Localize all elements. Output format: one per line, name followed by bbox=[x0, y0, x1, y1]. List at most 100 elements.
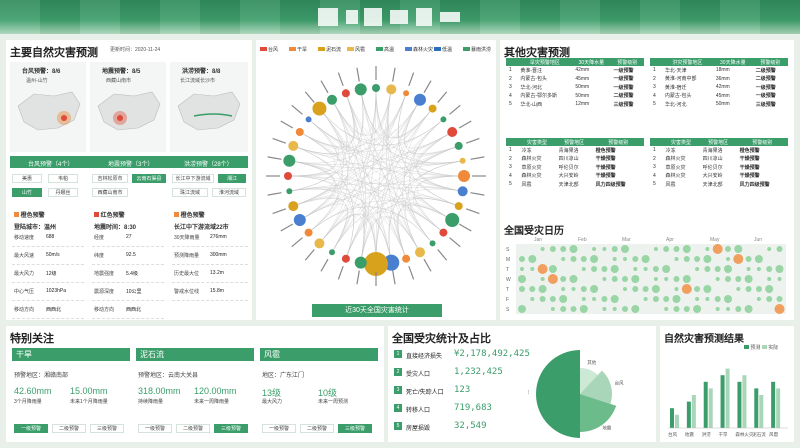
calendar-day[interactable] bbox=[694, 256, 701, 262]
calendar-day[interactable] bbox=[560, 246, 567, 252]
legend-item[interactable]: 暴雨洪涝 bbox=[463, 46, 491, 53]
calendar-day[interactable] bbox=[744, 305, 753, 313]
calendar-day[interactable] bbox=[766, 296, 773, 302]
network-node[interactable] bbox=[402, 254, 411, 263]
calendar-day[interactable] bbox=[580, 256, 587, 262]
calendar-day[interactable] bbox=[725, 246, 731, 252]
table-row[interactable]: 2 内蒙古-包头 45mm 一级预警 bbox=[506, 75, 644, 84]
calendar-day[interactable] bbox=[712, 244, 723, 254]
network-node[interactable] bbox=[286, 188, 293, 195]
calendar-day[interactable] bbox=[549, 296, 556, 302]
network-node[interactable] bbox=[454, 202, 463, 211]
calendar-day[interactable] bbox=[590, 255, 599, 263]
legend-item[interactable]: 森林火灾 bbox=[405, 46, 433, 53]
calendar-day[interactable] bbox=[561, 287, 566, 291]
table-row[interactable]: 1 黄淮-晋汪 42mm 一级预警 bbox=[506, 66, 644, 75]
network-node[interactable] bbox=[458, 170, 470, 182]
calendar-day[interactable] bbox=[652, 266, 659, 272]
calendar-day[interactable] bbox=[673, 246, 680, 252]
calendar-day[interactable] bbox=[590, 285, 599, 293]
calendar-day[interactable] bbox=[561, 257, 566, 261]
calendar-day[interactable] bbox=[611, 276, 618, 282]
network-node[interactable] bbox=[440, 116, 447, 123]
network-node[interactable] bbox=[314, 238, 325, 249]
network-node[interactable] bbox=[327, 94, 337, 105]
calendar-day[interactable] bbox=[726, 257, 730, 261]
calendar-day[interactable] bbox=[570, 306, 577, 312]
calendar-day[interactable] bbox=[776, 296, 783, 302]
calendar-day[interactable] bbox=[549, 246, 556, 252]
calendar-day[interactable] bbox=[664, 307, 669, 311]
calendar-day[interactable] bbox=[734, 245, 743, 253]
calendar-day[interactable] bbox=[714, 296, 721, 302]
tag-changjiang[interactable]: 长江中下游流域 bbox=[172, 174, 214, 183]
legend-item[interactable]: 高温 bbox=[376, 46, 394, 53]
table-row[interactable]: 4 森林火灾 大兴安岭 干燥预警 bbox=[650, 172, 788, 181]
calendar-day[interactable] bbox=[602, 247, 607, 251]
calendar-day[interactable] bbox=[623, 257, 627, 261]
calendar-day[interactable] bbox=[547, 274, 558, 284]
table-row[interactable]: 3 草原火灾 呼伦贝尔 干燥预警 bbox=[506, 163, 644, 172]
flood-card[interactable]: 洪涝预警：8/8 长江流域长沙市 bbox=[170, 62, 248, 152]
calendar-day[interactable] bbox=[540, 277, 545, 281]
calendar-day[interactable] bbox=[601, 266, 608, 272]
calendar-day[interactable] bbox=[530, 297, 535, 301]
calendar-day[interactable] bbox=[518, 275, 526, 283]
calendar-day[interactable] bbox=[651, 285, 660, 293]
calendar-day[interactable] bbox=[559, 295, 568, 303]
calendar-day[interactable] bbox=[674, 287, 679, 291]
calendar-day[interactable] bbox=[754, 255, 763, 263]
calendar-day[interactable] bbox=[681, 284, 692, 294]
calendar-day[interactable] bbox=[703, 285, 712, 293]
calendar-day[interactable] bbox=[703, 255, 712, 263]
calendar-day[interactable] bbox=[776, 246, 783, 252]
network-node[interactable] bbox=[372, 84, 380, 92]
table-row[interactable]: 4 内蒙古-包头 45mm 一级预警 bbox=[650, 92, 788, 101]
calendar-day[interactable] bbox=[705, 297, 710, 301]
calendar-day[interactable] bbox=[641, 255, 650, 263]
calendar-day[interactable] bbox=[705, 247, 710, 251]
calendar-day[interactable] bbox=[777, 277, 782, 281]
calendar-day[interactable] bbox=[633, 267, 638, 271]
calendar-day[interactable] bbox=[537, 264, 548, 274]
calendar-day[interactable] bbox=[631, 305, 640, 313]
calendar-day[interactable] bbox=[539, 296, 546, 302]
calendar-day[interactable] bbox=[610, 265, 619, 273]
tag-shiqu[interactable]: 云南石渠县 bbox=[132, 174, 166, 183]
calendar-day[interactable] bbox=[622, 306, 628, 312]
calendar-day[interactable] bbox=[714, 266, 721, 272]
table-row[interactable]: 5 风雹 天津北部 风力四级预警 bbox=[650, 180, 788, 189]
calendar-day[interactable] bbox=[611, 246, 618, 252]
network-node[interactable] bbox=[429, 240, 436, 247]
calendar-day[interactable] bbox=[581, 297, 586, 301]
network-node[interactable] bbox=[341, 254, 350, 263]
calendar-day[interactable] bbox=[745, 256, 752, 262]
tag-xiangjiang[interactable]: 湘江 bbox=[218, 174, 246, 183]
calendar-day[interactable] bbox=[601, 296, 608, 302]
network-node[interactable] bbox=[454, 141, 463, 150]
focus-level-button[interactable]: 三级预警 bbox=[90, 424, 124, 433]
table-row[interactable]: 3 华北-河北 50mm 一级预警 bbox=[506, 83, 644, 92]
disaster-calendar[interactable]: Jan Feb Mar Apr May JunSMTWTFS bbox=[504, 234, 792, 316]
network-node[interactable] bbox=[354, 83, 367, 96]
calendar-day[interactable] bbox=[683, 306, 690, 312]
tab-typhoon[interactable]: 台风预警（4个） bbox=[28, 159, 73, 168]
table-row[interactable]: 3 草原火灾 呼伦贝尔 干燥预警 bbox=[650, 163, 788, 172]
quake-card[interactable]: 地震预警：8/5 西藏山南市 bbox=[90, 62, 166, 152]
table-row[interactable]: 2 森林火灾 四川凉山 干燥预警 bbox=[650, 155, 788, 164]
calendar-day[interactable] bbox=[529, 286, 536, 292]
calendar-day[interactable] bbox=[682, 275, 691, 283]
calendar-day[interactable] bbox=[579, 305, 588, 313]
calendar-day[interactable] bbox=[643, 267, 648, 271]
calendar-day[interactable] bbox=[695, 297, 700, 301]
tag-weipa[interactable]: 韦帕 bbox=[48, 174, 78, 183]
calendar-day[interactable] bbox=[664, 277, 669, 281]
tag-danna[interactable]: 丹娜丝 bbox=[48, 188, 78, 197]
calendar-day[interactable] bbox=[695, 267, 700, 271]
calendar-day[interactable] bbox=[694, 286, 701, 292]
tag-zhujiang[interactable]: 珠江流域 bbox=[172, 188, 208, 197]
calendar-day[interactable] bbox=[755, 286, 762, 292]
legend-item[interactable]: 低温 bbox=[434, 46, 452, 53]
disaster-network-graph[interactable] bbox=[266, 58, 486, 296]
calendar-day[interactable] bbox=[775, 265, 784, 273]
